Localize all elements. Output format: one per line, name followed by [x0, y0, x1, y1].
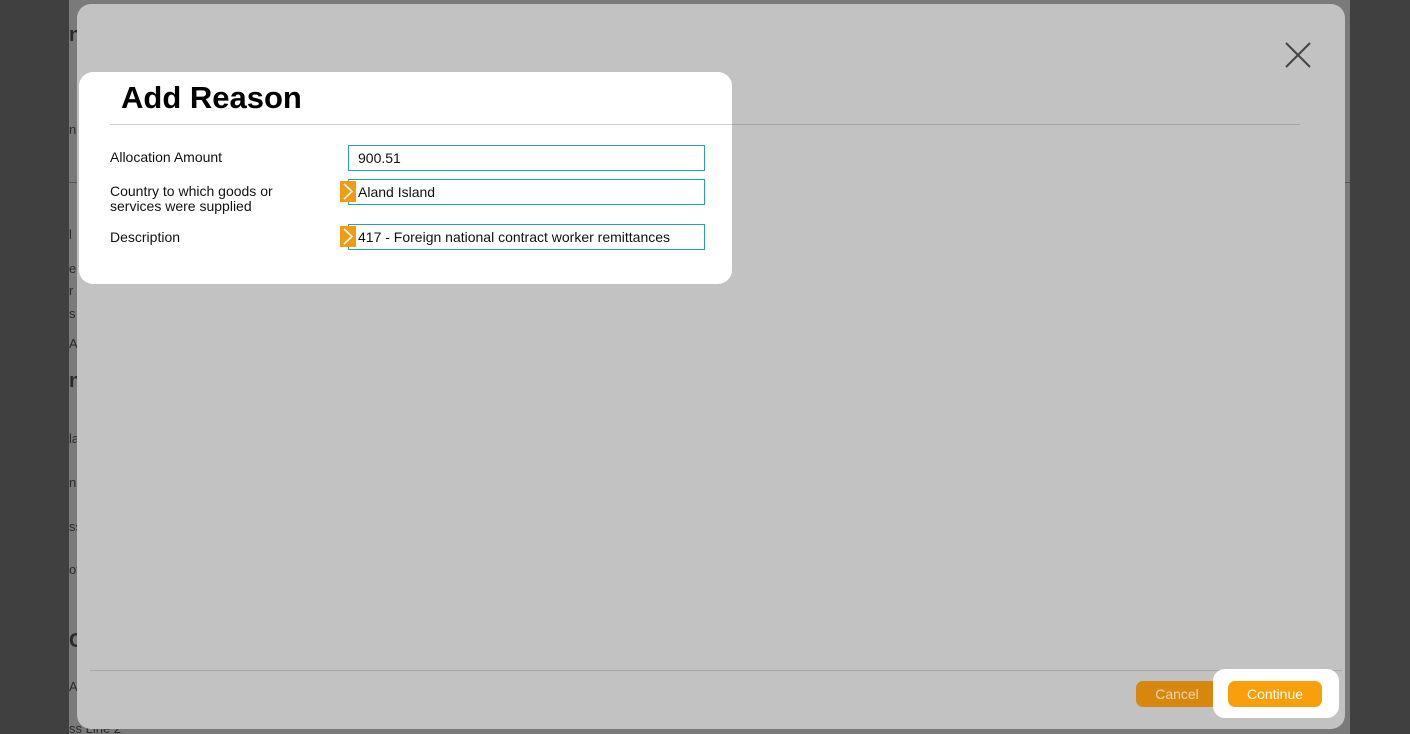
chevron-right-icon[interactable] [340, 226, 356, 247]
add-reason-form: Add Reason Allocation Amount 900.51 Coun… [79, 72, 732, 284]
description-label: Description [110, 229, 181, 245]
bg-text: n [69, 122, 77, 137]
close-x-icon[interactable] [1283, 40, 1313, 70]
dialog-title: Add Reason [121, 80, 302, 115]
chevron-right-icon[interactable] [340, 181, 356, 202]
cancel-button[interactable]: Cancel [1136, 681, 1218, 707]
bg-text: l [69, 227, 72, 242]
description-select[interactable]: 417 - Foreign national contract worker r… [348, 224, 705, 250]
bg-text: e [69, 261, 77, 276]
allocation-amount-label: Allocation Amount [110, 149, 223, 165]
country-label-line2: services were supplied [110, 198, 252, 214]
country-select[interactable]: Aland Island [348, 179, 705, 205]
continue-highlight: Continue [1213, 669, 1339, 718]
country-label: Country to which goods or services were … [110, 184, 273, 214]
bg-text: n [69, 475, 77, 490]
bg-text: r [69, 283, 74, 298]
country-label-line1: Country to which goods or [110, 183, 273, 199]
allocation-amount-input[interactable]: 900.51 [348, 145, 705, 171]
continue-button[interactable]: Continue [1228, 681, 1322, 707]
bg-text: s [69, 306, 76, 321]
title-divider [110, 124, 732, 125]
modal-divider-bottom [90, 670, 1342, 671]
